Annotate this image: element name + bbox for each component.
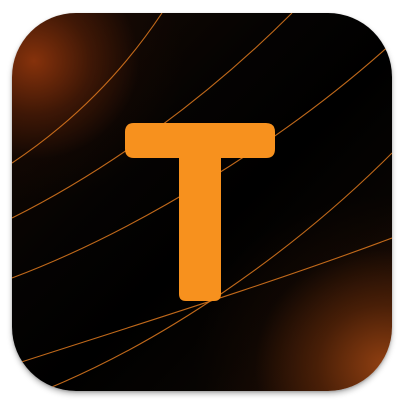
letter-t-shape — [125, 123, 275, 301]
icon-canvas: T — [0, 0, 404, 404]
app-icon[interactable]: T — [12, 13, 392, 391]
letter-t-glyph: T — [125, 123, 275, 301]
